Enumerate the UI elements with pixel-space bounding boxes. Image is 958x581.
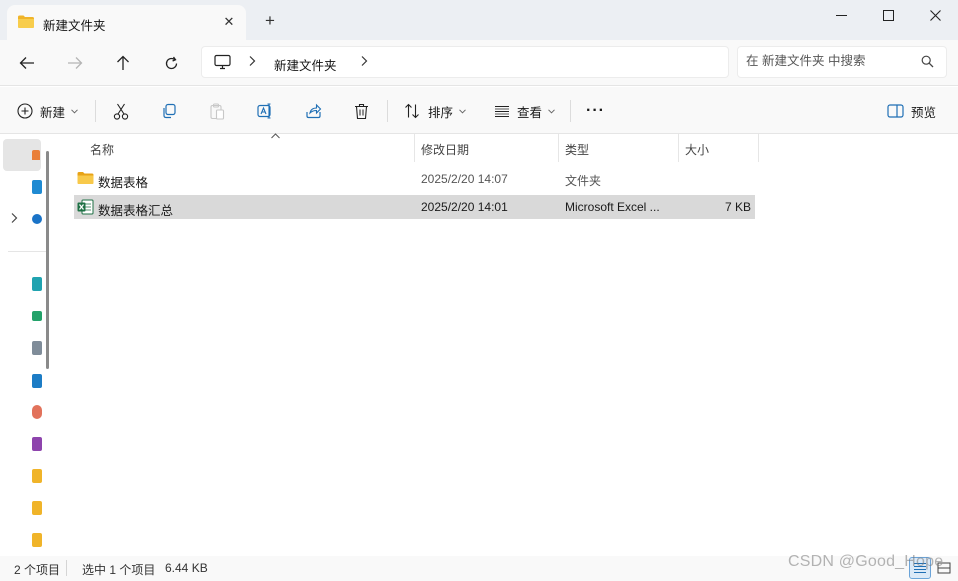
toolbar-divider: [95, 100, 96, 122]
file-name: 数据表格: [98, 176, 149, 190]
column-name-label: 名称: [90, 143, 115, 157]
copy-button[interactable]: [161, 98, 177, 124]
view-label: 查看: [517, 105, 543, 120]
home-icon[interactable]: [32, 150, 40, 160]
view-button[interactable]: 查看: [494, 98, 555, 124]
rename-button[interactable]: [257, 98, 274, 124]
minimize-button[interactable]: [818, 0, 864, 30]
preview-label: 预览: [911, 105, 937, 120]
file-type: Microsoft Excel ...: [565, 200, 660, 214]
paste-icon: [209, 102, 225, 120]
sort-label: 排序: [428, 105, 454, 120]
toolbar-divider: [570, 100, 571, 122]
column-header-name[interactable]: 名称: [83, 131, 414, 162]
trash-icon: [354, 103, 369, 120]
more-options-button[interactable]: ···: [586, 98, 605, 124]
delete-button[interactable]: [354, 98, 369, 124]
folder-icon[interactable]: [32, 469, 42, 483]
sidebar-divider: [8, 251, 48, 252]
sidebar-scrollbar[interactable]: [46, 151, 49, 369]
music-icon[interactable]: [32, 405, 42, 419]
chevron-down-icon: [459, 108, 466, 114]
selection-count: 选中 1 个项目: [82, 563, 156, 577]
folder-icon[interactable]: [32, 501, 42, 515]
command-bar: 新建 排序 查看 ··· 预览: [0, 87, 958, 134]
search-box[interactable]: [737, 46, 947, 78]
file-name: 数据表格汇总: [98, 204, 174, 218]
excel-file-icon: [77, 199, 94, 218]
chevron-down-icon: [71, 108, 78, 114]
share-button[interactable]: [305, 98, 322, 124]
pictures-icon[interactable]: [32, 374, 42, 388]
sort-button[interactable]: 排序: [404, 98, 466, 124]
file-list: 名称 修改日期 类型 大小 数据表格 2025/2/20 14:07 文件夹 数…: [56, 131, 958, 556]
new-tab-button[interactable]: +: [259, 10, 281, 32]
scissors-icon: [113, 103, 129, 120]
cut-button[interactable]: [113, 98, 129, 124]
breadcrumb-separator-icon[interactable]: [248, 55, 256, 70]
item-count: 2 个项目: [14, 563, 61, 577]
address-bar[interactable]: 新建文件夹: [201, 46, 729, 78]
back-button[interactable]: [13, 49, 41, 77]
toolbar-divider: [387, 100, 388, 122]
file-size: 7 KB: [724, 200, 751, 214]
sort-ascending-icon: [271, 131, 280, 142]
file-row[interactable]: 数据表格 2025/2/20 14:07 文件夹: [74, 167, 755, 191]
expand-chevron-icon[interactable]: [10, 212, 18, 227]
folder-icon[interactable]: [32, 533, 42, 547]
column-size-label: 大小: [685, 143, 710, 157]
tab-close-icon[interactable]: ✕: [219, 12, 239, 32]
forward-button[interactable]: [61, 49, 89, 77]
share-icon: [305, 103, 322, 119]
column-header-type[interactable]: 类型: [558, 134, 678, 162]
preview-pane-icon: [887, 104, 904, 118]
column-date-label: 修改日期: [421, 143, 470, 157]
title-bar: 新建文件夹 ✕ +: [0, 0, 958, 40]
new-button[interactable]: 新建: [17, 98, 78, 124]
column-divider[interactable]: [758, 134, 759, 162]
new-plus-icon: [17, 103, 33, 119]
column-type-label: 类型: [565, 143, 590, 157]
file-row-selected[interactable]: 数据表格汇总 2025/2/20 14:01 Microsoft Excel .…: [74, 195, 755, 219]
navigation-pane: [0, 134, 56, 556]
tab-current-folder[interactable]: 新建文件夹 ✕: [7, 5, 246, 40]
maximize-button[interactable]: [865, 0, 911, 30]
csdn-watermark: CSDN @Good_Hope: [788, 553, 944, 570]
file-date: 2025/2/20 14:07: [421, 172, 508, 186]
search-input[interactable]: [746, 54, 911, 68]
paste-button[interactable]: [209, 98, 225, 124]
selection-size: 6.44 KB: [165, 561, 208, 575]
downloads-icon[interactable]: [32, 311, 42, 321]
copy-icon: [161, 103, 177, 119]
column-header-size[interactable]: 大小: [678, 134, 758, 162]
file-type: 文件夹: [565, 174, 602, 188]
close-window-button[interactable]: [912, 0, 958, 30]
folder-icon: [77, 171, 94, 188]
videos-icon[interactable]: [32, 437, 42, 451]
documents-icon[interactable]: [32, 341, 42, 355]
file-date: 2025/2/20 14:01: [421, 200, 508, 214]
gallery-icon[interactable]: [32, 180, 42, 194]
tab-title: 新建文件夹: [43, 19, 106, 33]
onedrive-icon[interactable]: [32, 214, 42, 224]
this-pc-icon[interactable]: [214, 54, 231, 73]
preview-pane-button[interactable]: 预览: [887, 98, 936, 124]
rename-icon: [257, 103, 274, 119]
refresh-button[interactable]: [157, 49, 185, 77]
sort-arrows-icon: [404, 103, 421, 119]
chevron-down-icon: [548, 108, 555, 114]
folder-icon: [17, 14, 35, 32]
up-button[interactable]: [109, 49, 137, 77]
more-label: ···: [586, 102, 605, 119]
breadcrumb-chevron-icon[interactable]: [360, 55, 368, 70]
status-divider: [66, 560, 67, 576]
desktop-icon[interactable]: [32, 277, 42, 291]
breadcrumb-current-folder[interactable]: 新建文件夹: [274, 55, 337, 74]
view-lines-icon: [494, 105, 510, 118]
new-label: 新建: [40, 105, 66, 120]
navigation-bar: 新建文件夹: [0, 40, 958, 86]
search-icon[interactable]: [921, 55, 934, 71]
column-header-date[interactable]: 修改日期: [414, 134, 558, 162]
